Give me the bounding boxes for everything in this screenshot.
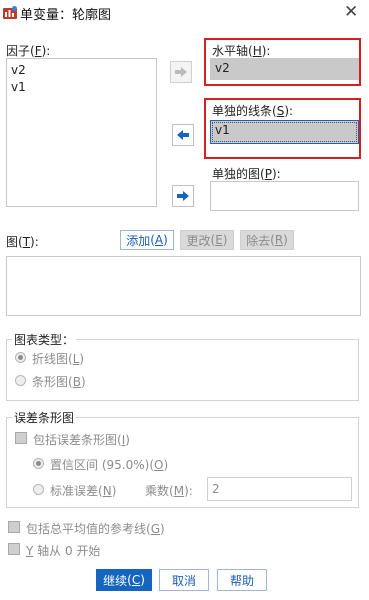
move-to-separate-lines-button[interactable]	[172, 124, 194, 146]
factors-list[interactable]: v2 v1	[6, 58, 157, 207]
arrow-left-icon	[177, 130, 189, 140]
plots-label: 图(T):	[6, 235, 39, 249]
standard-error-radio[interactable]	[33, 484, 44, 495]
grand-mean-label: 包括总平均值的参考线(G)	[26, 522, 165, 536]
cancel-button[interactable]: 取消	[159, 569, 209, 591]
include-error-bars-checkbox[interactable]	[15, 432, 27, 444]
error-bars-title: 误差条形图	[12, 409, 77, 426]
arrow-right-icon	[177, 191, 189, 201]
horizontal-axis-field[interactable]: v2	[210, 58, 359, 80]
multiplier-label: 乘数(M):	[145, 484, 193, 498]
list-item[interactable]: v2	[7, 62, 156, 79]
remove-button[interactable]: 除去(R)	[240, 230, 294, 250]
include-error-bars-label: 包括误差条形图(I)	[33, 433, 130, 447]
plots-list[interactable]	[6, 256, 361, 316]
y-axis-zero-checkbox[interactable]	[8, 543, 20, 555]
line-chart-label: 折线图(L)	[32, 352, 85, 366]
multiplier-input[interactable]: 2	[207, 477, 352, 501]
arrow-right-icon	[175, 67, 187, 77]
separate-plots-field[interactable]	[210, 181, 359, 211]
separate-plots-label: 单独的图(P):	[212, 167, 281, 181]
chart-type-title: 图表类型：	[12, 331, 77, 348]
change-button[interactable]: 更改(E)	[180, 230, 234, 250]
bar-chart-radio[interactable]	[15, 375, 26, 386]
add-button[interactable]: 添加(A)	[120, 230, 174, 250]
y-axis-zero-label: Y 轴从 0 开始	[26, 544, 101, 558]
move-to-separate-plots-button[interactable]	[172, 185, 194, 207]
separate-lines-label: 单独的线条(S):	[212, 104, 294, 118]
standard-error-label: 标准误差(N)	[50, 484, 117, 498]
close-icon[interactable]: ✕	[344, 2, 358, 22]
factors-label: 因子(F):	[6, 44, 51, 58]
window-title: 单变量：轮廓图	[20, 8, 112, 23]
help-button[interactable]: 帮助	[217, 569, 267, 591]
separate-lines-field[interactable]: v1	[210, 120, 359, 144]
list-item[interactable]: v1	[7, 79, 156, 96]
horizontal-axis-label: 水平轴(H):	[212, 44, 271, 58]
app-icon	[2, 5, 18, 21]
grand-mean-checkbox[interactable]	[8, 521, 20, 533]
bar-chart-label: 条形图(B)	[32, 375, 86, 389]
confidence-interval-radio[interactable]	[33, 458, 44, 469]
chart-type-group	[6, 339, 359, 401]
confidence-interval-label: 置信区间 (95.0%)(O)	[50, 458, 169, 472]
line-chart-radio[interactable]	[15, 352, 26, 363]
continue-button[interactable]: 继续(C)	[96, 569, 152, 591]
move-to-horizontal-axis-button[interactable]	[170, 61, 192, 83]
